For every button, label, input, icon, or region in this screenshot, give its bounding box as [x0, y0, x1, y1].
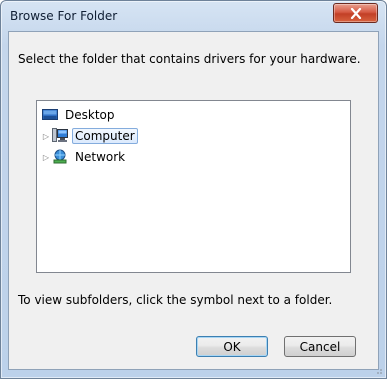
close-button[interactable]	[333, 3, 378, 23]
window-title: Browse For Folder	[10, 9, 118, 23]
instruction-text: Select the folder that contains drivers …	[18, 52, 361, 66]
network-icon	[51, 148, 69, 166]
desktop-icon	[41, 106, 59, 124]
resize-grip-icon[interactable]	[373, 365, 383, 375]
browse-folder-dialog: Browse For Folder Select the folder that…	[0, 0, 387, 379]
hint-text: To view subfolders, click the symbol nex…	[18, 293, 333, 307]
tree-node-computer[interactable]: ▷ Computer	[41, 127, 138, 145]
folder-tree[interactable]: Desktop ▷ Computer ▷ Network	[36, 100, 351, 273]
tree-node-desktop[interactable]: Desktop	[41, 106, 118, 124]
tree-node-label: Desktop	[65, 108, 115, 122]
ok-button[interactable]: OK	[196, 336, 268, 357]
close-icon	[350, 7, 361, 19]
expand-arrow-icon[interactable]: ▷	[41, 148, 51, 166]
title-bar[interactable]: Browse For Folder	[1, 1, 386, 31]
tree-node-network[interactable]: ▷ Network	[41, 148, 128, 166]
tree-node-label: Network	[75, 150, 126, 164]
expand-arrow-icon[interactable]: ▷	[41, 127, 51, 145]
cancel-button[interactable]: Cancel	[284, 336, 356, 357]
tree-node-label: Computer	[72, 128, 138, 144]
dialog-client-area: Select the folder that contains drivers …	[8, 31, 379, 370]
computer-icon	[51, 127, 69, 145]
